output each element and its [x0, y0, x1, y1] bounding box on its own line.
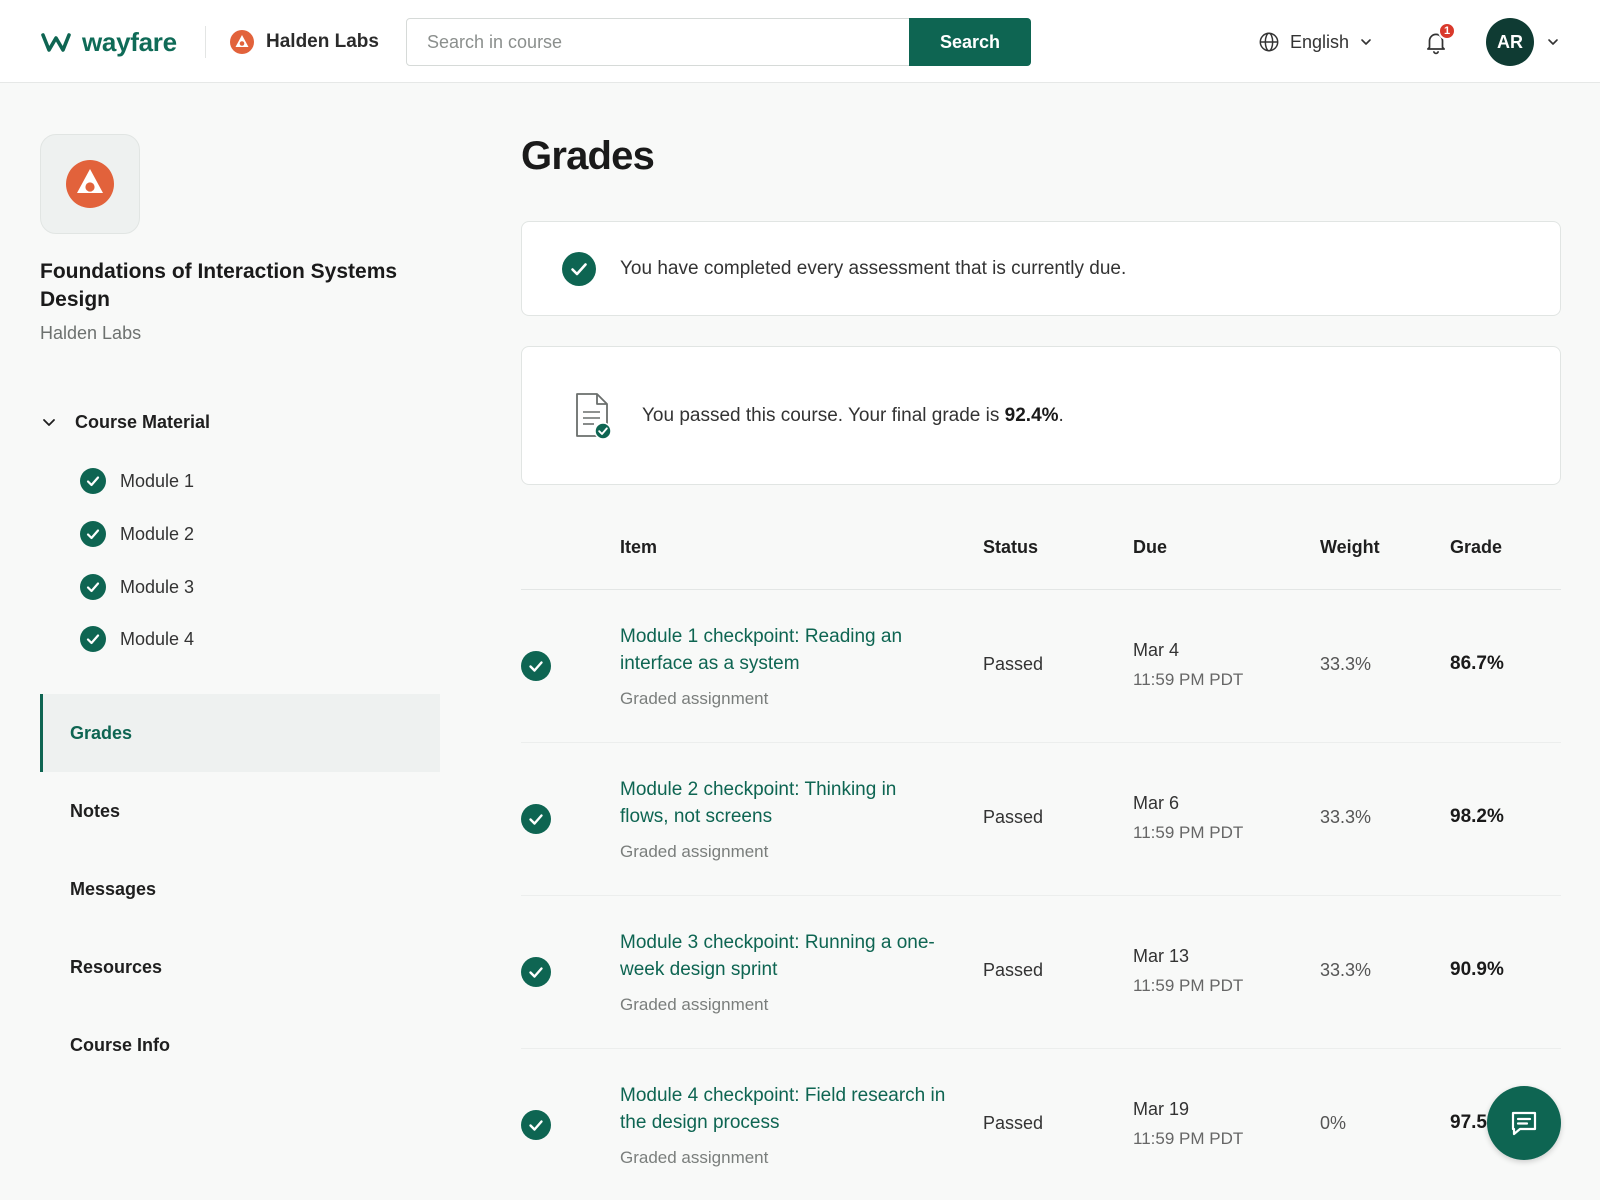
- course-nav: Grades Notes Messages Resources Course I…: [40, 694, 440, 1084]
- weight-cell: 33.3%: [1320, 960, 1372, 980]
- course-provider: Halden Labs: [40, 323, 142, 343]
- assignment-link[interactable]: Module 3 checkpoint: Running a one-week …: [620, 929, 950, 983]
- assignment-type: Graded assignment: [620, 995, 769, 1014]
- language-label: English: [1290, 31, 1350, 52]
- avatar: AR: [1486, 18, 1534, 66]
- course-logo: [40, 134, 140, 234]
- notifications-button[interactable]: 1: [1423, 22, 1456, 57]
- status-cell: Passed: [983, 807, 1044, 827]
- brand-name: wayfare: [82, 26, 177, 57]
- final-grade-prefix: You passed this course. Your final grade…: [642, 405, 1005, 426]
- due-date: Mar 6: [1133, 793, 1180, 813]
- check-circle-icon: [521, 1110, 551, 1140]
- course-search: Search: [406, 18, 1031, 66]
- module-label: Module 1: [120, 470, 195, 491]
- top-bar: wayfare Halden Labs Search English 1: [0, 0, 1600, 83]
- partner-name: Halden Labs: [266, 31, 379, 52]
- module-label: Module 4: [120, 628, 195, 649]
- course-material-toggle[interactable]: Course Material: [40, 408, 210, 436]
- partner-logo[interactable]: Halden Labs: [230, 26, 379, 58]
- assignment-link[interactable]: Module 4 checkpoint: Field research in t…: [620, 1082, 950, 1136]
- due-time: 11:59 PM PDT: [1133, 1129, 1244, 1148]
- globe-icon: [1259, 32, 1279, 52]
- weight-cell: 33.3%: [1320, 654, 1372, 674]
- weight-cell: 33.3%: [1320, 807, 1372, 827]
- due-date: Mar 19: [1133, 1099, 1190, 1119]
- due-date: Mar 4: [1133, 640, 1180, 660]
- language-selector[interactable]: English: [1258, 26, 1373, 58]
- status-cell: Passed: [983, 960, 1044, 980]
- final-grade-message: You passed this course. Your final grade…: [642, 405, 1064, 427]
- nav-item-notes[interactable]: Notes: [40, 772, 440, 850]
- module-item-4[interactable]: Module 4: [80, 626, 194, 652]
- completion-message: You have completed every assessment that…: [620, 258, 1127, 279]
- weight-cell: 0%: [1320, 1113, 1347, 1133]
- column-header-status: Status: [983, 537, 1039, 557]
- course-material-label: Course Material: [75, 411, 211, 432]
- check-circle-icon: [80, 521, 106, 547]
- chevron-down-icon: [1548, 39, 1558, 45]
- final-grade-value: 92.4%: [1004, 405, 1059, 426]
- table-row: Module 3 checkpoint: Running a one-week …: [521, 896, 1561, 1049]
- nav-item-grades[interactable]: Grades: [40, 694, 440, 772]
- check-circle-icon: [562, 252, 596, 286]
- module-item-2[interactable]: Module 2: [80, 521, 194, 547]
- grades-table: Item Status Due Weight Grade Module 1 ch…: [521, 506, 1561, 1200]
- chat-icon: [1511, 1111, 1537, 1136]
- table-row: Module 2 checkpoint: Thinking in flows, …: [521, 743, 1561, 896]
- table-row: Module 4 checkpoint: Field research in t…: [521, 1049, 1561, 1200]
- grade-cell: 98.2%: [1450, 806, 1504, 827]
- completion-banner: You have completed every assessment that…: [521, 221, 1561, 316]
- chat-button[interactable]: [1487, 1086, 1561, 1160]
- user-menu[interactable]: AR: [1486, 18, 1560, 66]
- check-circle-icon: [80, 626, 106, 652]
- grade-cell: 86.7%: [1450, 653, 1504, 674]
- column-header-item: Item: [620, 537, 658, 557]
- halden-labs-logo-icon: [230, 30, 254, 54]
- wayfare-logo-icon: [41, 33, 71, 52]
- assignment-type: Graded assignment: [620, 1148, 769, 1167]
- nav-item-course-info[interactable]: Course Info: [40, 1006, 440, 1084]
- final-grade-suffix: .: [1058, 405, 1064, 426]
- module-item-3[interactable]: Module 3: [80, 574, 194, 600]
- due-time: 11:59 PM PDT: [1133, 823, 1244, 842]
- search-button[interactable]: Search: [909, 18, 1031, 66]
- assignment-link[interactable]: Module 1 checkpoint: Reading an interfac…: [620, 623, 950, 677]
- column-header-weight: Weight: [1320, 537, 1380, 557]
- status-cell: Passed: [983, 654, 1044, 674]
- module-label: Module 2: [120, 523, 195, 544]
- course-title: Foundations of Interaction Systems Desig…: [40, 260, 398, 311]
- check-circle-icon: [521, 957, 551, 987]
- check-circle-icon: [80, 468, 106, 494]
- assignment-link[interactable]: Module 2 checkpoint: Thinking in flows, …: [620, 776, 950, 830]
- brand-logo[interactable]: wayfare: [40, 26, 177, 58]
- header-divider: [205, 26, 206, 58]
- chevron-down-icon: [1361, 39, 1371, 45]
- grade-cell: 90.9%: [1450, 959, 1504, 980]
- search-input[interactable]: [407, 19, 909, 65]
- nav-item-messages[interactable]: Messages: [40, 850, 440, 928]
- assignment-type: Graded assignment: [620, 842, 769, 861]
- due-time: 11:59 PM PDT: [1133, 976, 1244, 995]
- status-cell: Passed: [983, 1113, 1044, 1133]
- check-circle-icon: [80, 574, 106, 600]
- table-row: Module 1 checkpoint: Reading an interfac…: [521, 590, 1561, 743]
- column-header-grade: Grade: [1450, 537, 1503, 557]
- page-title: Grades: [521, 134, 655, 178]
- module-item-1[interactable]: Module 1: [80, 468, 194, 494]
- table-header: Item Status Due Weight Grade: [521, 506, 1561, 590]
- column-header-due: Due: [1133, 537, 1168, 557]
- course-logo-icon: [66, 160, 114, 208]
- assignment-type: Graded assignment: [620, 689, 769, 708]
- due-date: Mar 13: [1133, 946, 1190, 966]
- check-circle-icon: [521, 651, 551, 681]
- nav-item-resources[interactable]: Resources: [40, 928, 440, 1006]
- check-circle-icon: [521, 804, 551, 834]
- certificate-document-icon: [576, 393, 612, 440]
- chevron-down-icon: [43, 419, 55, 426]
- final-grade-banner: You passed this course. Your final grade…: [521, 346, 1561, 485]
- module-label: Module 3: [120, 576, 195, 597]
- due-time: 11:59 PM PDT: [1133, 670, 1244, 689]
- notification-badge: 1: [1438, 22, 1456, 40]
